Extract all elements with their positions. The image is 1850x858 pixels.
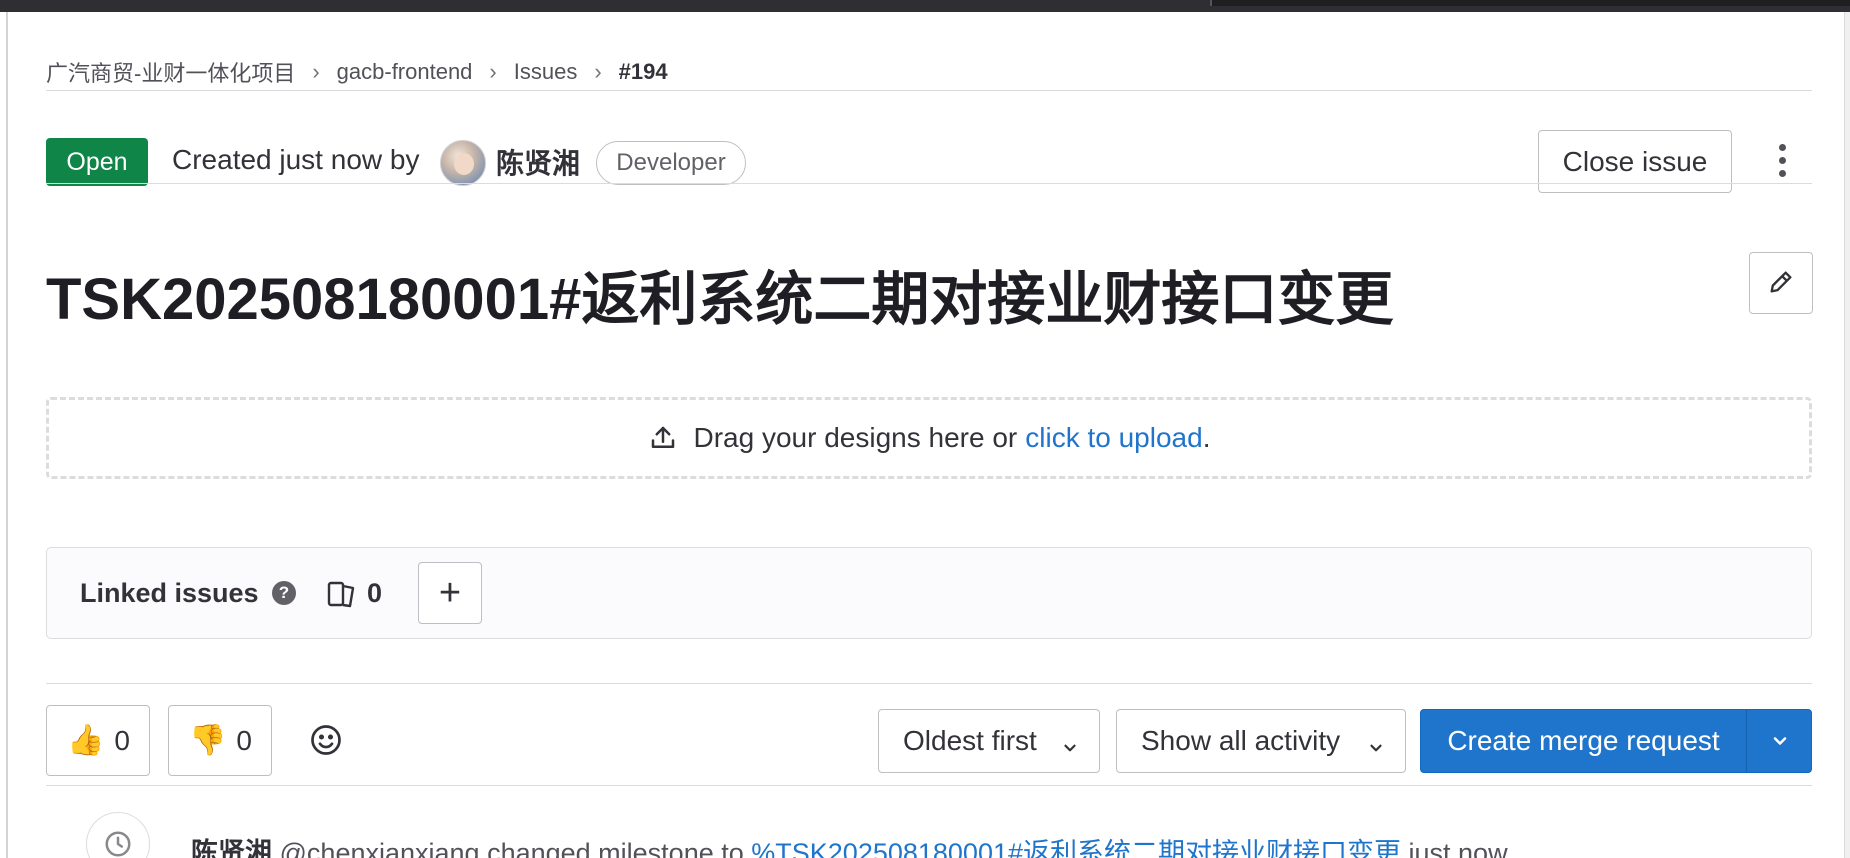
thumbs-down-icon: 👎: [189, 723, 227, 758]
sort-label: Oldest first: [903, 725, 1037, 756]
create-merge-request-button[interactable]: Create merge request: [1421, 710, 1746, 772]
thumbs-up-icon: 👍: [67, 723, 105, 758]
kebab-icon[interactable]: [1776, 144, 1788, 184]
dropzone-suffix: .: [1202, 422, 1211, 453]
browser-top-bar: [0, 0, 1850, 12]
status-badge: Open: [46, 138, 148, 186]
sort-dropdown[interactable]: Oldest first: [878, 709, 1100, 773]
chevron-down-icon: [1061, 732, 1079, 764]
author-link[interactable]: 陈贤湘: [496, 142, 580, 182]
activity-filter-label: Show all activity: [1141, 725, 1341, 756]
linked-issues-panel: Linked issues ? 0 +: [46, 547, 1812, 639]
breadcrumb-current-issue[interactable]: #194: [619, 59, 668, 85]
avatar[interactable]: [440, 140, 486, 186]
breadcrumb-issues[interactable]: Issues: [514, 59, 578, 85]
smile-icon[interactable]: [308, 722, 344, 763]
design-dropzone[interactable]: Drag your designs here or click to uploa…: [46, 397, 1812, 479]
role-badge: Developer: [596, 141, 746, 185]
upload-icon: [648, 423, 678, 453]
thumbs-up-count: 0: [114, 724, 130, 756]
activity-handle: @chenxianxiang: [279, 838, 480, 858]
avatar-face: [454, 153, 474, 175]
divider: [46, 785, 1812, 786]
scrollbar-track[interactable]: [1844, 12, 1850, 858]
breadcrumb-separator: ›: [489, 59, 497, 84]
activity-time: just now: [1408, 838, 1508, 858]
clock-icon: [86, 812, 150, 858]
sidebar-edge: [6, 12, 8, 858]
create-merge-request-split-button: Create merge request: [1420, 709, 1812, 773]
breadcrumb-project-group[interactable]: 广汽商贸-业财一体化项目: [46, 56, 295, 88]
divider: [46, 90, 1812, 91]
activity-item: 陈贤湘 @chenxianxiang changed milestone to …: [191, 831, 1508, 858]
thumbs-up-button[interactable]: 👍 0: [46, 705, 150, 776]
breadcrumb-separator: ›: [312, 59, 320, 84]
breadcrumb-separator: ›: [594, 59, 602, 84]
help-icon[interactable]: ?: [272, 581, 296, 605]
thumbs-down-count: 0: [236, 724, 252, 756]
breadcrumb-project[interactable]: gacb-frontend: [337, 59, 473, 85]
divider: [46, 683, 1812, 684]
milestone-link[interactable]: %TSK202508180001#返利系统二期对接业财接口变更: [751, 838, 1401, 858]
upload-link[interactable]: click to upload: [1025, 422, 1202, 454]
issue-title: TSK202508180001#返利系统二期对接业财接口变更: [46, 267, 1394, 332]
activity-filter-dropdown[interactable]: Show all activity: [1116, 709, 1406, 773]
issues-icon: [327, 580, 357, 613]
thumbs-down-button[interactable]: 👎 0: [168, 705, 272, 776]
add-linked-issue-button[interactable]: +: [418, 562, 482, 624]
linked-issues-label: Linked issues: [80, 578, 259, 608]
activity-action: changed milestone to: [487, 838, 744, 858]
chevron-down-icon: [1367, 732, 1385, 764]
pencil-icon: [1767, 268, 1795, 299]
merge-request-options-button[interactable]: [1747, 710, 1812, 772]
edit-title-button[interactable]: [1749, 252, 1813, 314]
dropzone-text: Drag your designs here or: [693, 422, 1018, 453]
created-text: Created just now by: [172, 144, 420, 175]
linked-issues-count: 0: [367, 578, 383, 608]
activity-author[interactable]: 陈贤湘: [191, 838, 272, 858]
divider: [46, 183, 1812, 184]
top-bar-segment: [1210, 0, 1850, 6]
breadcrumb: 广汽商贸-业财一体化项目 › gacb-frontend › Issues › …: [46, 42, 668, 102]
